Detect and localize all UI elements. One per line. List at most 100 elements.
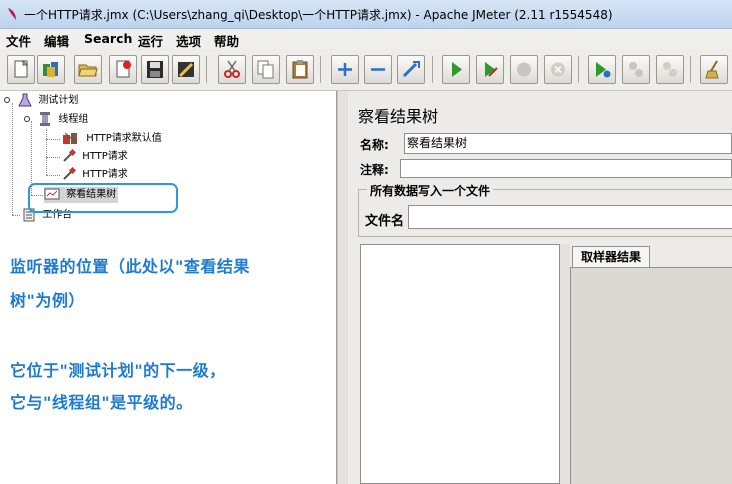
start-icon	[452, 62, 462, 77]
collapse-icon	[371, 68, 385, 71]
annotation-line-4: 它与"线程组"是平级的。	[10, 393, 193, 412]
remote-start-icon	[596, 62, 611, 78]
menu-bar: 文件 编辑 Search 运行 选项 帮助	[0, 29, 732, 49]
annotation-line-1: 监听器的位置（此处以"查看结果	[10, 257, 250, 276]
remote-start-button[interactable]	[588, 55, 616, 84]
tree-label-thread-group: 线程组	[58, 114, 89, 125]
comment-field[interactable]	[400, 159, 732, 178]
window-titlebar: 一个HTTP请求.jmx (C:\Users\zhang_qi\Desktop\…	[0, 0, 732, 29]
comment-label: 注释:	[360, 163, 389, 177]
remote-stop-button[interactable]	[622, 55, 650, 84]
save-screenshot-icon	[178, 62, 194, 78]
tree-expand-handle-icon[interactable]	[22, 114, 32, 124]
shutdown-icon	[551, 62, 565, 77]
sampler-pipette-icon	[63, 148, 77, 162]
menu-options[interactable]: 选项	[176, 31, 201, 50]
tree-expand-handle-icon[interactable]	[2, 95, 12, 105]
toggle-button[interactable]	[397, 55, 425, 84]
copy-button[interactable]	[252, 55, 280, 84]
tree-label-http-request-1: HTTP请求	[82, 151, 128, 162]
toggle-icon	[402, 61, 420, 78]
toolbar-separator	[320, 56, 321, 83]
results-splitter[interactable]	[560, 244, 570, 484]
cut-button[interactable]	[218, 55, 246, 84]
tree-connector	[12, 215, 20, 216]
close-icon	[116, 60, 131, 78]
new-icon	[14, 59, 29, 78]
sampler-result-content	[570, 267, 732, 484]
file-group-title: 所有数据写入一个文件	[367, 182, 494, 199]
remote-shutdown-icon	[663, 62, 677, 77]
tree-label-http-request-2: HTTP请求	[82, 169, 128, 180]
toolbar-separator	[578, 56, 579, 83]
sampler-pipette-icon	[63, 166, 77, 180]
clear-icon	[705, 60, 719, 79]
pane-splitter[interactable]	[337, 91, 348, 484]
templates-button[interactable]	[37, 55, 65, 84]
jmeter-feather-icon	[8, 8, 16, 20]
shutdown-button[interactable]	[544, 55, 572, 84]
paste-button[interactable]	[286, 55, 314, 84]
tree-node-thread-group[interactable]: 线程组	[22, 111, 88, 127]
save-icon	[147, 61, 163, 78]
menu-search[interactable]: Search	[84, 31, 132, 46]
start-no-pause-button[interactable]	[476, 55, 504, 84]
result-tabs: 取样器结果	[570, 244, 732, 484]
tree-connector	[12, 103, 13, 215]
tree-label-test-plan: 测试计划	[38, 95, 79, 106]
toolbar-separator	[206, 56, 207, 83]
stop-button[interactable]	[510, 55, 538, 84]
open-icon	[78, 64, 98, 77]
copy-icon	[257, 60, 274, 79]
menu-help[interactable]: 帮助	[214, 31, 239, 50]
expand-icon	[338, 63, 352, 76]
open-button[interactable]	[74, 55, 102, 84]
view-results-tree-panel: 察看结果树 名称: 察看结果树 注释: 所有数据写入一个文件 文件名 取样器结果	[348, 91, 732, 484]
start-button[interactable]	[442, 55, 470, 84]
thread-group-spool-icon	[40, 112, 51, 126]
expand-all-button[interactable]	[331, 55, 359, 84]
tree-label-http-defaults: HTTP请求默认值	[86, 133, 162, 144]
paste-icon	[292, 60, 308, 79]
write-results-to-file-group: 所有数据写入一个文件 文件名	[358, 182, 732, 237]
http-defaults-icon	[63, 132, 78, 144]
tree-connector	[46, 129, 47, 175]
remote-stop-icon	[629, 62, 643, 77]
filename-label: 文件名	[365, 214, 405, 229]
tree-node-http-defaults[interactable]: HTTP请求默认值	[62, 131, 162, 147]
toolbar-separator	[432, 56, 433, 83]
menu-run[interactable]: 运行	[138, 31, 163, 50]
tab-sampler-result[interactable]: 取样器结果	[572, 246, 651, 267]
stop-icon	[517, 62, 531, 77]
test-plan-tree[interactable]: 测试计划 线程组 HTTP请求默认值 HTTP请求 HTTP请求 察看结果树 工…	[0, 91, 337, 484]
save-button[interactable]	[141, 55, 169, 84]
annotation-line-2: 树"为例）	[10, 291, 85, 310]
toolbar	[0, 50, 732, 91]
cut-icon	[224, 60, 240, 78]
test-plan-flask-icon	[18, 93, 32, 107]
menu-edit[interactable]: 编辑	[44, 31, 69, 50]
tree-connector	[46, 157, 60, 158]
start-no-pause-icon	[485, 62, 498, 77]
new-button[interactable]	[7, 55, 35, 84]
close-button[interactable]	[109, 55, 137, 84]
window-title: 一个HTTP请求.jmx (C:\Users\zhang_qi\Desktop\…	[24, 8, 613, 22]
tree-connector	[46, 139, 60, 140]
clear-button[interactable]	[700, 55, 728, 84]
menu-file[interactable]: 文件	[6, 31, 31, 50]
panel-title: 察看结果树	[358, 107, 439, 126]
listener-highlight-outline	[28, 183, 178, 213]
name-field[interactable]: 察看结果树	[404, 133, 732, 154]
collapse-all-button[interactable]	[364, 55, 392, 84]
tree-node-http-request-2[interactable]: HTTP请求	[62, 166, 128, 183]
tree-node-test-plan[interactable]: 测试计划	[2, 93, 78, 109]
toolbar-separator	[690, 56, 691, 83]
tree-connector	[46, 175, 60, 176]
sample-results-tree-list[interactable]	[360, 244, 560, 484]
filename-field[interactable]	[408, 205, 732, 229]
name-label: 名称:	[360, 138, 389, 152]
save-screenshot-button[interactable]	[172, 55, 200, 84]
tree-node-http-request-1[interactable]: HTTP请求	[62, 148, 128, 165]
templates-icon	[43, 62, 58, 77]
remote-shutdown-button[interactable]	[656, 55, 684, 84]
